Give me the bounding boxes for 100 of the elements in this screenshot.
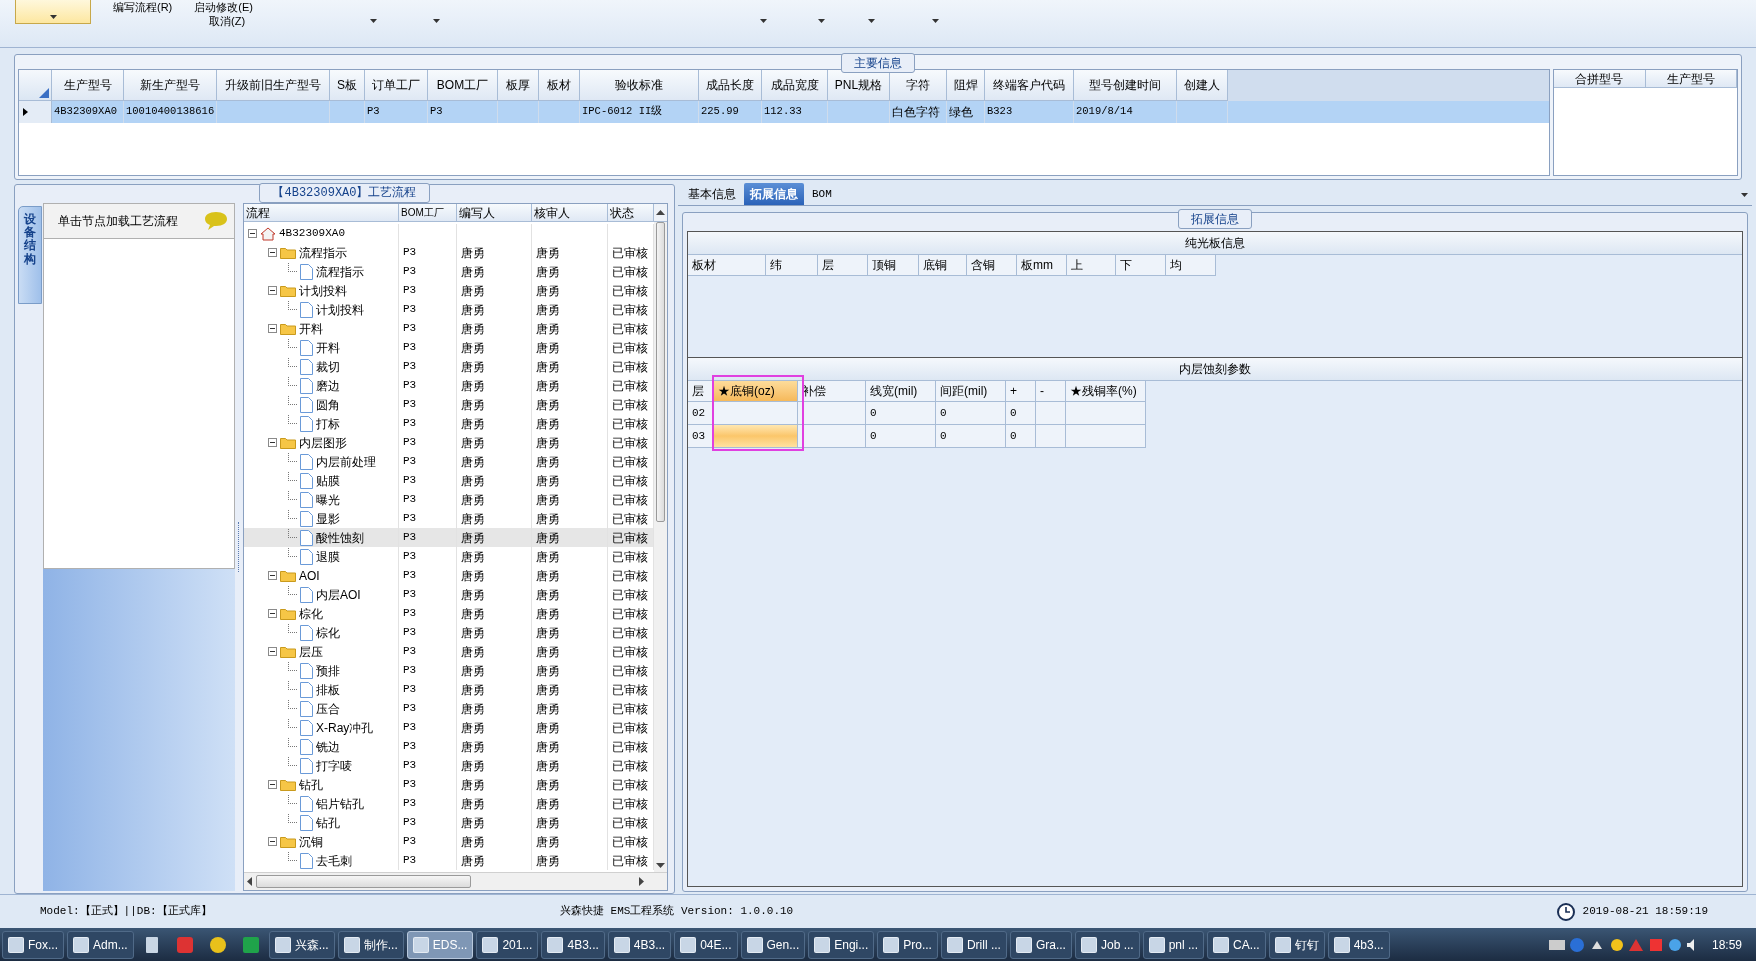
taskbar-button[interactable]: pnl ... xyxy=(1142,930,1204,959)
column-header[interactable]: 均 xyxy=(1166,255,1216,276)
column-header[interactable]: S板 xyxy=(330,70,365,101)
table-cell[interactable] xyxy=(1066,425,1146,448)
collapse-icon[interactable] xyxy=(268,286,277,295)
column-header[interactable]: 板mm xyxy=(1017,255,1067,276)
column-header[interactable]: 字符 xyxy=(890,70,947,101)
column-header[interactable]: 升级前旧生产型号 xyxy=(217,70,330,101)
column-header[interactable]: 成品长度 xyxy=(699,70,762,101)
table-cell[interactable] xyxy=(798,425,866,448)
table-cell[interactable]: 0 xyxy=(936,402,1006,425)
collapse-icon[interactable] xyxy=(268,438,277,447)
taskbar-button[interactable]: 04E... xyxy=(674,930,738,959)
taskbar-button[interactable]: 4b3... xyxy=(1327,930,1390,959)
scroll-down-icon[interactable] xyxy=(656,863,665,868)
horizontal-scrollbar[interactable] xyxy=(244,872,667,890)
dropdown-caret-icon[interactable] xyxy=(433,19,440,23)
dropdown-caret-icon[interactable] xyxy=(760,19,767,23)
column-header[interactable]: 层 xyxy=(818,255,868,276)
column-header[interactable]: 订单工厂 xyxy=(365,70,428,101)
column-header[interactable]: ★残铜率(%) xyxy=(1066,381,1146,402)
column-header[interactable]: 流程 xyxy=(244,204,399,222)
column-header[interactable]: - xyxy=(1036,381,1066,402)
column-header[interactable]: 验收标准 xyxy=(580,70,699,101)
collapse-icon[interactable] xyxy=(268,647,277,656)
taskbar-button[interactable]: 4B3... xyxy=(541,930,605,959)
ribbon-command[interactable]: 取消(Z) xyxy=(209,14,253,28)
column-header[interactable]: BOM工厂 xyxy=(399,204,457,222)
taskbar-button[interactable]: Gra... xyxy=(1009,930,1072,959)
column-header[interactable]: 成品宽度 xyxy=(762,70,828,101)
table-cell[interactable] xyxy=(714,425,798,448)
taskbar-button[interactable]: 钉钉 xyxy=(1268,930,1325,959)
scroll-up-icon[interactable] xyxy=(656,210,665,215)
column-header[interactable]: 终端客户代码 xyxy=(985,70,1074,101)
collapse-icon[interactable] xyxy=(268,780,277,789)
taskbar-button[interactable]: Drill ... xyxy=(940,930,1007,959)
collapse-icon[interactable] xyxy=(268,609,277,618)
table-cell[interactable] xyxy=(714,402,798,425)
table-row[interactable]: 4B32309XA0 10010400138616 P3 P3 IPC-6012 II级 225.99 112.33 白色字符 绿色 B323 2019/8/14 xyxy=(19,101,1549,123)
table-cell[interactable] xyxy=(1036,425,1066,448)
column-header[interactable]: 板厚 xyxy=(498,70,539,101)
column-header[interactable]: 补偿 xyxy=(798,381,866,402)
collapse-icon[interactable] xyxy=(268,837,277,846)
collapse-icon[interactable] xyxy=(268,248,277,257)
column-header[interactable]: 新生产型号 xyxy=(124,70,217,101)
column-header[interactable]: ★底铜(oz) xyxy=(714,381,798,402)
column-header[interactable]: 层 xyxy=(688,381,714,402)
table-cell[interactable]: 03 xyxy=(688,425,714,448)
tab[interactable]: BOM xyxy=(806,183,838,205)
scroll-thumb[interactable] xyxy=(256,875,471,888)
collapse-icon[interactable] xyxy=(248,229,257,238)
taskbar-button[interactable]: CA... xyxy=(1207,930,1266,959)
column-header[interactable]: 线宽(mil) xyxy=(866,381,936,402)
select-all-corner[interactable] xyxy=(19,70,52,101)
column-header[interactable]: 合拼型号 xyxy=(1554,70,1646,88)
taskbar-button[interactable]: 4B3... xyxy=(607,930,672,959)
table-cell[interactable]: 02 xyxy=(688,402,714,425)
column-header[interactable]: 间距(mil) xyxy=(936,381,1006,402)
column-header[interactable]: + xyxy=(1006,381,1036,402)
taskbar-button[interactable]: Fox... xyxy=(2,930,64,959)
ribbon-command[interactable]: 编写流程(R) xyxy=(113,0,173,14)
dropdown-caret-icon[interactable] xyxy=(868,19,875,23)
taskbar-button[interactable]: 制作... xyxy=(337,930,404,959)
column-header[interactable]: 含铜 xyxy=(967,255,1017,276)
column-header[interactable]: 核审人 xyxy=(532,204,608,222)
tab[interactable]: 拓展信息 xyxy=(744,183,804,205)
vertical-tab[interactable]: 设备结构 xyxy=(18,206,42,304)
tab[interactable]: 基本信息 xyxy=(682,183,742,205)
table-cell[interactable] xyxy=(798,402,866,425)
collapse-icon[interactable] xyxy=(268,571,277,580)
column-header[interactable]: 生产型号 xyxy=(1645,70,1737,88)
column-header[interactable]: PNL规格 xyxy=(828,70,890,101)
taskbar-button[interactable]: 201... xyxy=(476,930,539,959)
table-cell[interactable]: 0 xyxy=(1006,402,1036,425)
column-header[interactable]: 生产型号 xyxy=(52,70,124,101)
column-header[interactable]: 板材 xyxy=(539,70,580,101)
column-header[interactable]: 板材 xyxy=(688,255,766,276)
dropdown-caret-icon[interactable] xyxy=(1741,192,1748,197)
taskbar-button[interactable]: Gen... xyxy=(740,930,806,959)
column-header[interactable]: 编写人 xyxy=(457,204,532,222)
scroll-left-icon[interactable] xyxy=(247,877,252,886)
column-header[interactable]: 下 xyxy=(1116,255,1166,276)
table-cell[interactable]: 0 xyxy=(1006,425,1036,448)
column-header[interactable]: 型号创建时间 xyxy=(1074,70,1177,101)
tree-row[interactable]: 酸性蚀刻 P3 唐勇 唐勇 已审核 xyxy=(244,528,654,547)
column-header[interactable]: 顶铜 xyxy=(868,255,919,276)
collapse-icon[interactable] xyxy=(268,324,277,333)
scroll-thumb[interactable] xyxy=(656,222,665,522)
dropdown-caret-icon[interactable] xyxy=(49,15,57,19)
table-cell[interactable]: 0 xyxy=(936,425,1006,448)
dropdown-caret-icon[interactable] xyxy=(370,19,377,23)
dropdown-caret-icon[interactable] xyxy=(932,19,939,23)
column-header[interactable]: 状态 xyxy=(608,204,654,222)
vertical-scrollbar[interactable] xyxy=(654,222,667,872)
taskbar-button[interactable]: 兴森... xyxy=(268,930,335,959)
dropdown-caret-icon[interactable] xyxy=(818,19,825,23)
scroll-right-icon[interactable] xyxy=(639,877,644,886)
column-header[interactable]: 创建人 xyxy=(1177,70,1228,101)
table-cell[interactable]: 0 xyxy=(866,425,936,448)
table-cell[interactable]: 0 xyxy=(866,402,936,425)
